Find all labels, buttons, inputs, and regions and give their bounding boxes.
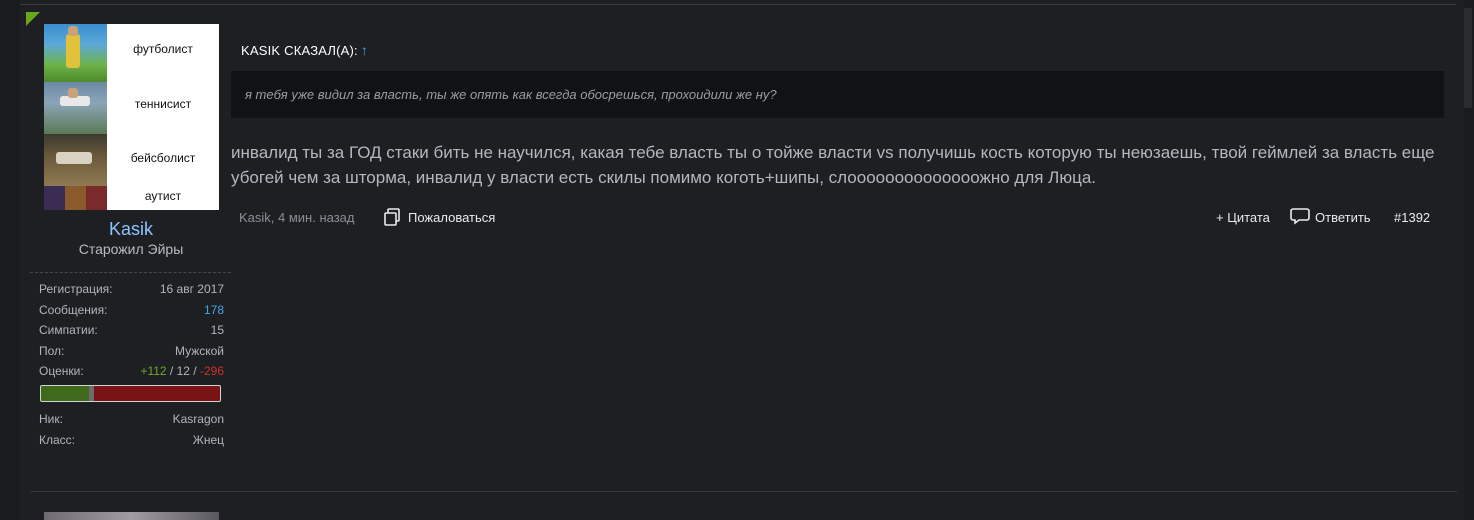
username-link[interactable]: Kasik	[30, 219, 232, 240]
stat-value: 15	[210, 323, 224, 337]
stat-class: Класс: Жнец	[39, 433, 224, 449]
football-photo	[44, 24, 107, 82]
stat-ratings: Оценки: +112 / 12 / -296	[39, 364, 224, 380]
ratings-separator: /	[189, 364, 200, 378]
game-portrait-2	[65, 186, 86, 210]
avatar-label-baseball: бейсболист	[130, 151, 196, 165]
ratings-negative: -296	[199, 364, 224, 378]
post-bottom-divider	[30, 491, 1457, 492]
baseball-photo	[44, 134, 107, 186]
user-avatar[interactable]: футболист теннисист бейсболист аутист	[44, 24, 219, 210]
stat-label: Сообщения:	[39, 303, 108, 317]
stat-label: Оценки:	[39, 364, 84, 378]
avatar-collage	[44, 24, 107, 210]
scrollbar-thumb[interactable]	[1464, 8, 1472, 108]
post-top-divider	[20, 4, 1456, 5]
messages-count-link[interactable]: 178	[204, 303, 224, 317]
reply-button[interactable]: Ответить	[1315, 210, 1371, 225]
avatar-label-football: футболист	[133, 42, 193, 56]
left-gutter	[0, 0, 20, 520]
quote-button[interactable]: + Цитата	[1216, 210, 1270, 225]
goto-quoted-post-icon[interactable]: ↑	[361, 42, 368, 58]
post-number-link[interactable]: #1392	[1394, 210, 1430, 225]
avatar-label-tennis: теннисист	[134, 97, 192, 111]
stat-nick: Ник: Kasragon	[39, 412, 224, 428]
stat-value: Kasragon	[172, 412, 224, 426]
rating-bar-positive	[41, 386, 89, 401]
stat-label: Регистрация:	[39, 282, 113, 296]
ratings-positive: +112	[140, 364, 167, 378]
next-post-avatar[interactable]	[44, 512, 219, 520]
scrollbar[interactable]	[1464, 0, 1474, 520]
report-icon	[384, 208, 400, 226]
tennis-photo	[44, 82, 107, 134]
stat-registration: Регистрация: 16 авг 2017	[39, 282, 224, 298]
ratings-neutral: 12	[176, 364, 190, 378]
forum-page: футболист теннисист бейсболист аутист Ka…	[0, 0, 1474, 520]
message-body: инвалид ты за ГОД стаки бить не научился…	[231, 143, 1435, 187]
stat-value: Мужской	[174, 344, 224, 358]
stat-messages: Сообщения: 178	[39, 303, 224, 319]
post-author-time-link[interactable]: Kasik, 4 мин. назад	[239, 210, 355, 225]
ratings-separator: /	[166, 364, 177, 378]
stat-label: Ник:	[39, 412, 63, 426]
stat-likes: Симпатии: 15	[39, 323, 224, 339]
game-portrait-3	[86, 186, 107, 210]
stat-gender: Пол: Мужской	[39, 344, 224, 360]
rating-bar	[40, 385, 221, 402]
game-portrait-1	[44, 186, 65, 210]
user-stats-divider	[30, 272, 231, 273]
rating-bar-neutral	[89, 386, 94, 401]
report-label: Пожаловаться	[408, 210, 496, 225]
stat-label: Пол:	[39, 344, 65, 358]
quote-header: KASIK СКАЗАЛ(А): ↑	[241, 42, 368, 58]
reply-icon[interactable]	[1290, 207, 1310, 225]
ratings-values: +112 / 12 / -296	[140, 364, 224, 378]
stat-label: Класс:	[39, 433, 75, 447]
quote-text: я тебя уже видил за власть, ты же опять …	[245, 87, 777, 102]
new-post-marker-icon	[26, 12, 40, 26]
quote-block: я тебя уже видил за власть, ты же опять …	[231, 71, 1444, 118]
stat-label: Симпатии:	[39, 323, 98, 337]
avatar-label-autist: аутист	[144, 189, 182, 203]
quote-author: KASIK СКАЗАЛ(А):	[241, 43, 358, 58]
stat-value: 16 авг 2017	[159, 282, 224, 296]
user-title: Старожил Эйры	[78, 241, 184, 257]
stat-value: Жнец	[192, 433, 224, 447]
